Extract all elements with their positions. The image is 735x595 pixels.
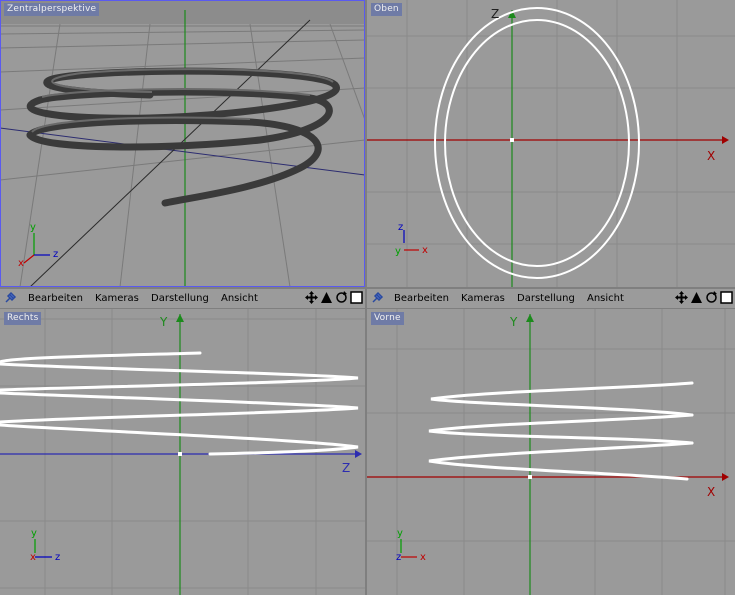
move-view-icon[interactable] [675,291,688,304]
menu-darstellung[interactable]: Darstellung [151,292,209,305]
gizmo-x-label: x [422,245,428,256]
menu-darstellung[interactable]: Darstellung [517,292,575,305]
rotate-view-icon[interactable] [705,291,718,304]
viewport-label: Oben [371,3,402,16]
gizmo-x-label: x [30,552,36,563]
axis-y-label: Y [510,315,518,329]
zoom-view-icon[interactable] [320,291,333,304]
viewport-label: Zentralperspektive [4,3,100,16]
menu-ansicht[interactable]: Ansicht [221,292,258,305]
viewport-toolbar-right: Bearbeiten Kameras Darstellung Ansicht [367,289,735,308]
gizmo-z-label: z [55,552,61,563]
viewport-toolbar-left: Bearbeiten Kameras Darstellung Ansicht [0,289,365,308]
axis-y-label: Y [160,315,168,329]
menu-bearbeiten[interactable]: Bearbeiten [28,292,83,305]
gizmo-z-label: z [396,552,402,563]
viewport-label: Vorne [371,312,404,325]
zoom-view-icon[interactable] [690,291,703,304]
viewport-top[interactable]: Oben Z X z y x [367,0,735,287]
viewport-label: Rechts [4,312,42,325]
pin-icon[interactable] [370,291,384,305]
maximize-view-icon[interactable] [350,291,363,304]
axis-x-label: X [707,485,716,499]
gizmo-z-label: z [53,249,59,260]
axis-x-label: X [707,149,716,163]
menu-kameras[interactable]: Kameras [461,292,505,305]
viewport-front[interactable]: Vorne Y X y z x [367,309,735,595]
menu-kameras[interactable]: Kameras [95,292,139,305]
gizmo-y-label: y [395,246,401,257]
gizmo-y-label: y [31,528,37,539]
axis-z-label: Z [342,461,351,475]
gizmo-y-label: y [30,222,36,233]
top-scene [367,0,735,287]
gizmo-x-label: x [18,258,24,269]
pin-icon[interactable] [3,291,17,305]
gizmo-y-label: y [397,528,403,539]
move-view-icon[interactable] [305,291,318,304]
gizmo-z-label: z [398,222,404,233]
menu-bearbeiten[interactable]: Bearbeiten [394,292,449,305]
gizmo-x-label: x [420,552,426,563]
viewport-perspective[interactable]: Zentralperspektive y z x [0,0,365,287]
viewport-right[interactable]: Rechts Y Z y x z [0,309,365,595]
perspective-scene [0,0,365,287]
rotate-view-icon[interactable] [335,291,348,304]
axis-z-label: Z [491,7,500,21]
menu-ansicht[interactable]: Ansicht [587,292,624,305]
maximize-view-icon[interactable] [720,291,733,304]
